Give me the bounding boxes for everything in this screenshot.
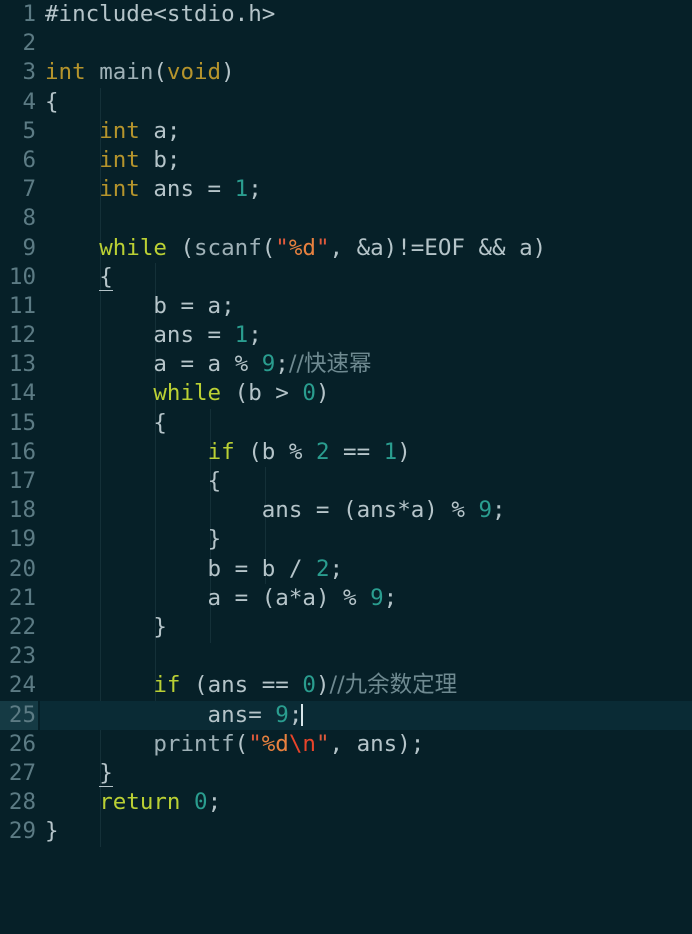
- line-content[interactable]: [40, 29, 692, 58]
- line-content[interactable]: while (b > 0): [40, 379, 692, 408]
- line-number: 27: [8, 759, 36, 786]
- line-content[interactable]: #include<stdio.h>: [40, 0, 692, 29]
- brace-match-open: {: [99, 263, 113, 291]
- code-line[interactable]: 15 {: [0, 409, 692, 438]
- code-line[interactable]: 10 {: [0, 263, 692, 292]
- code-line[interactable]: 14 while (b > 0): [0, 379, 692, 408]
- code-line[interactable]: 18 ans = (ans*a) % 9;: [0, 496, 692, 525]
- code-line[interactable]: 2: [0, 29, 692, 58]
- code-line[interactable]: 12 ans = 1;: [0, 321, 692, 350]
- line-content[interactable]: int ans = 1;: [40, 175, 692, 204]
- code-line[interactable]: 20 b = b / 2;: [0, 555, 692, 584]
- line-number: 1: [22, 1, 36, 27]
- line-number: 28: [8, 789, 36, 816]
- line-content[interactable]: }: [40, 613, 692, 642]
- code-line[interactable]: 19 }: [0, 525, 692, 554]
- line-content[interactable]: }: [40, 759, 692, 788]
- line-content[interactable]: int a;: [40, 117, 692, 146]
- code-line[interactable]: 11 b = a;: [0, 292, 692, 321]
- line-content[interactable]: {: [40, 88, 692, 117]
- line-number: 29: [8, 818, 36, 845]
- line-content[interactable]: printf("%d\n", ans);: [40, 730, 692, 759]
- line-content[interactable]: int b;: [40, 146, 692, 175]
- line-number: 14: [8, 380, 36, 407]
- brace-match-close: }: [99, 759, 113, 787]
- line-content[interactable]: {: [40, 263, 692, 292]
- code-line[interactable]: 4 {: [0, 88, 692, 117]
- line-content[interactable]: a = (a*a) % 9;: [40, 584, 692, 613]
- line-number: 12: [8, 322, 36, 349]
- code-line[interactable]: 3 int main(void): [0, 58, 692, 87]
- code-line[interactable]: 13 a = a % 9;//快速幂: [0, 350, 692, 379]
- line-number: 21: [8, 584, 36, 611]
- code-line[interactable]: 17 {: [0, 467, 692, 496]
- inline-comment: //快速幂: [288, 351, 372, 378]
- line-content[interactable]: if (ans == 0)//九余数定理: [40, 671, 692, 700]
- code-line[interactable]: 29 }: [0, 817, 692, 846]
- line-content[interactable]: ans = 1;: [40, 321, 692, 350]
- code-line[interactable]: 26 printf("%d\n", ans);: [0, 730, 692, 759]
- code-line[interactable]: 16 if (b % 2 == 1): [0, 438, 692, 467]
- line-content[interactable]: {: [40, 467, 692, 496]
- line-number: 22: [8, 613, 36, 640]
- line-content[interactable]: a = a % 9;//快速幂: [40, 350, 692, 379]
- code-line[interactable]: 23: [0, 642, 692, 671]
- line-content[interactable]: b = a;: [40, 292, 692, 321]
- line-content[interactable]: [40, 642, 692, 671]
- line-number: 16: [8, 438, 36, 465]
- code-line[interactable]: 24 if (ans == 0)//九余数定理: [0, 671, 692, 700]
- line-number: 6: [22, 146, 36, 173]
- line-number: 15: [8, 409, 36, 436]
- line-content[interactable]: ans= 9;: [40, 700, 692, 730]
- inline-comment: //九余数定理: [329, 672, 458, 699]
- code-line-active[interactable]: 25 ans= 9;: [0, 700, 692, 730]
- line-number: 25: [0, 700, 38, 730]
- line-number: 24: [8, 672, 36, 699]
- line-number: 26: [8, 730, 36, 757]
- text-caret: [301, 703, 304, 726]
- line-content[interactable]: return 0;: [40, 788, 692, 817]
- line-number: 3: [22, 59, 36, 86]
- code-line[interactable]: 1 #include<stdio.h>: [0, 0, 692, 29]
- code-line[interactable]: 9 while (scanf("%d", &a)!=EOF && a): [0, 234, 692, 263]
- line-number: 11: [8, 292, 36, 319]
- line-content[interactable]: {: [40, 409, 692, 438]
- line-number: 7: [22, 176, 36, 203]
- line-number: 9: [22, 234, 36, 261]
- line-number: 2: [22, 30, 36, 57]
- line-number: 13: [8, 351, 36, 378]
- line-number: 5: [22, 117, 36, 144]
- line-number: 23: [8, 643, 36, 670]
- line-number: 19: [8, 526, 36, 553]
- line-content[interactable]: [40, 204, 692, 233]
- code-line[interactable]: 7 int ans = 1;: [0, 175, 692, 204]
- line-content[interactable]: while (scanf("%d", &a)!=EOF && a): [40, 234, 692, 263]
- line-content[interactable]: }: [40, 525, 692, 554]
- line-number: 20: [8, 555, 36, 582]
- line-number: 8: [22, 205, 36, 232]
- line-content[interactable]: int main(void): [40, 58, 692, 87]
- code-editor[interactable]: 1 #include<stdio.h> 2 3 int main(void) 4…: [0, 0, 692, 858]
- code-line[interactable]: 5 int a;: [0, 117, 692, 146]
- code-line[interactable]: 28 return 0;: [0, 788, 692, 817]
- code-line[interactable]: 8: [0, 204, 692, 233]
- line-content[interactable]: ans = (ans*a) % 9;: [40, 496, 692, 525]
- code-line[interactable]: 22 }: [0, 613, 692, 642]
- code-line[interactable]: 21 a = (a*a) % 9;: [0, 584, 692, 613]
- line-content[interactable]: if (b % 2 == 1): [40, 438, 692, 467]
- line-number: 18: [8, 497, 36, 524]
- line-number: 17: [8, 468, 36, 494]
- code-line[interactable]: 6 int b;: [0, 146, 692, 175]
- line-content[interactable]: }: [40, 817, 692, 846]
- line-content[interactable]: b = b / 2;: [40, 555, 692, 584]
- code-line[interactable]: 27 }: [0, 759, 692, 788]
- line-number: 4: [22, 88, 36, 115]
- line-number: 10: [8, 263, 36, 290]
